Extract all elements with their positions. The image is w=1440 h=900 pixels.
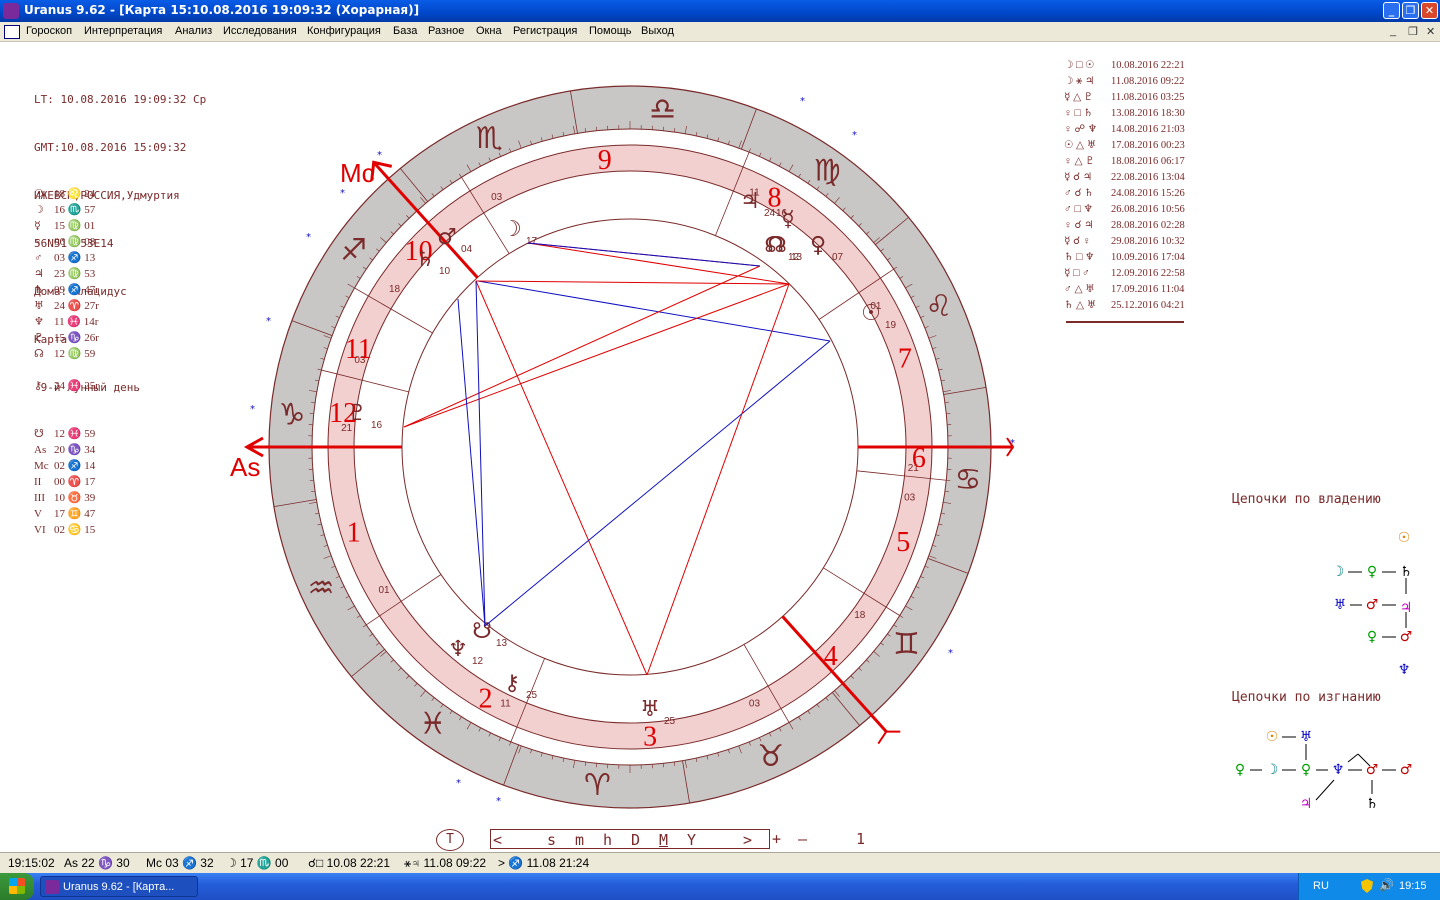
- time-plus-button[interactable]: +: [772, 830, 781, 848]
- windows-logo-icon: [9, 878, 25, 894]
- time-forward-button[interactable]: >: [743, 831, 752, 849]
- unit-months[interactable]: M: [659, 831, 668, 849]
- chain-glyph: ♀: [1235, 762, 1245, 778]
- chain-glyph: ♆: [1398, 662, 1411, 678]
- time-t-button[interactable]: T: [436, 829, 464, 851]
- unit-seconds[interactable]: s: [547, 831, 556, 849]
- status-asc: As 22 ♑ 30: [64, 856, 130, 870]
- status-aspect-2: ⚹♃ 11.08 09:22: [404, 856, 487, 870]
- chain-glyph: ☉: [1398, 530, 1411, 546]
- unit-years[interactable]: Y: [687, 831, 696, 849]
- chain-glyph: ♂: [1400, 629, 1413, 645]
- chain-glyph: ☽: [1332, 564, 1345, 580]
- time-step-bar: T < s m h D M Y > + – 1: [432, 829, 872, 851]
- tray-clock[interactable]: 19:15: [1399, 880, 1427, 892]
- chains-diagram: ☉☽ ♀ ♄♅ ♂ ♃♀ ♂♆☉ ♅♀ ☽ ♀ ♆ ♂ ♂♃ ♄: [1235, 530, 1413, 812]
- chain-glyph: ♅: [1300, 729, 1313, 745]
- unit-minutes[interactable]: m: [575, 831, 584, 849]
- time-step-value[interactable]: 1: [856, 830, 865, 848]
- taskbar-uranus-label: Uranus 9.62 - [Карта...: [63, 881, 175, 893]
- chain-glyph: ☉: [1266, 729, 1279, 745]
- chain-arrow: [1357, 753, 1371, 767]
- chain-glyph: ♆: [1332, 762, 1345, 778]
- chain-glyph: ♄: [1366, 796, 1379, 812]
- volume-icon[interactable]: 🔊: [1379, 878, 1394, 892]
- time-back-button[interactable]: <: [493, 831, 502, 849]
- time-unit-box: < s m h D M Y >: [490, 829, 770, 849]
- chain-glyph: ♃: [1300, 796, 1313, 812]
- unit-hours[interactable]: h: [603, 831, 612, 849]
- taskbar: Uranus 9.62 - [Карта... RU 🔊 19:15: [0, 873, 1440, 900]
- unit-days[interactable]: D: [631, 831, 640, 849]
- chain-arrow: [1315, 779, 1335, 801]
- chain-glyph: ♄: [1400, 564, 1413, 580]
- status-aspect-1: ☌□ 10.08 22:21: [308, 856, 391, 870]
- status-mc: Mc 03 ♐ 32: [146, 856, 214, 870]
- chain-glyph: ♀: [1367, 629, 1377, 645]
- start-button[interactable]: [0, 873, 34, 900]
- chain-glyph: ♀: [1367, 564, 1377, 580]
- status-bar: 19:15:02 As 22 ♑ 30 Mc 03 ♐ 32 ☽ 17 ♏ 00…: [0, 852, 1440, 874]
- chain-glyph: ☽: [1266, 762, 1279, 778]
- chain-glyph: ♂: [1400, 762, 1413, 778]
- uranus-app-icon: [45, 880, 59, 894]
- security-shield-icon[interactable]: [1361, 879, 1373, 893]
- time-minus-button[interactable]: –: [798, 830, 807, 848]
- language-indicator[interactable]: RU: [1313, 880, 1329, 892]
- status-time: 19:15:02: [8, 856, 55, 870]
- system-tray: RU 🔊 19:15: [1298, 873, 1440, 900]
- chain-glyph: ♀: [1301, 762, 1311, 778]
- chain-glyph: ♅: [1334, 597, 1347, 613]
- chain-glyph: ♂: [1366, 762, 1379, 778]
- status-moon: ☽ 17 ♏ 00: [226, 856, 289, 870]
- chain-arrow: [1347, 753, 1359, 763]
- chain-glyph: ♂: [1366, 597, 1379, 613]
- taskbar-uranus-button[interactable]: Uranus 9.62 - [Карта...: [40, 876, 198, 897]
- status-aspect-3: > ♐ 11.08 21:24: [498, 856, 590, 870]
